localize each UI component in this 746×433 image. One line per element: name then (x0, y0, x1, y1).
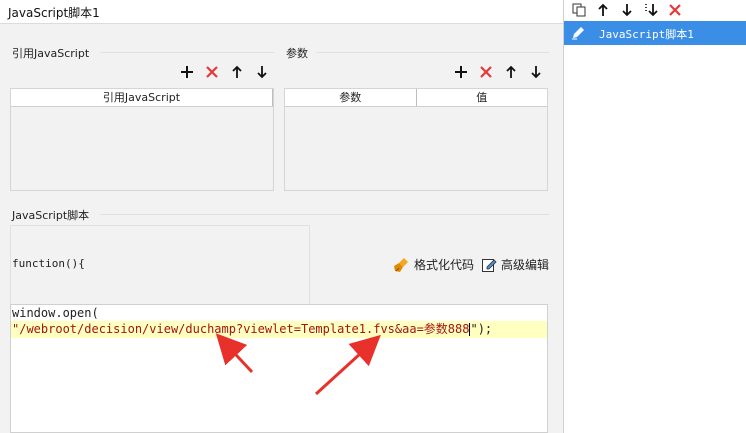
copy-icon (572, 3, 586, 17)
script-list-item[interactable]: JavaScript脚本1 (564, 21, 746, 45)
arrow-down-icon (622, 4, 632, 17)
annotation-arrow-left (215, 333, 254, 374)
annotation-arrow-right (314, 334, 381, 396)
move-up-script-button[interactable] (594, 1, 612, 19)
arrow-up-icon (598, 3, 608, 16)
delete-script-button[interactable] (666, 1, 684, 19)
script-list-panel: JavaScript脚本1 (563, 0, 746, 433)
edit-icon (572, 27, 584, 40)
script-editor-panel: JavaScript脚本1 引用JavaScript 引用JavaScript … (0, 0, 563, 433)
move-down-script-button[interactable] (618, 1, 636, 19)
delete-icon (669, 4, 681, 16)
copy-script-button[interactable] (570, 1, 588, 19)
move-bottom-script-button[interactable] (642, 1, 660, 19)
annotation-arrows (215, 333, 381, 396)
move-bottom-icon (645, 4, 658, 17)
script-list-item-label: JavaScript脚本1 (599, 28, 694, 41)
script-list-toolbar (570, 0, 684, 20)
